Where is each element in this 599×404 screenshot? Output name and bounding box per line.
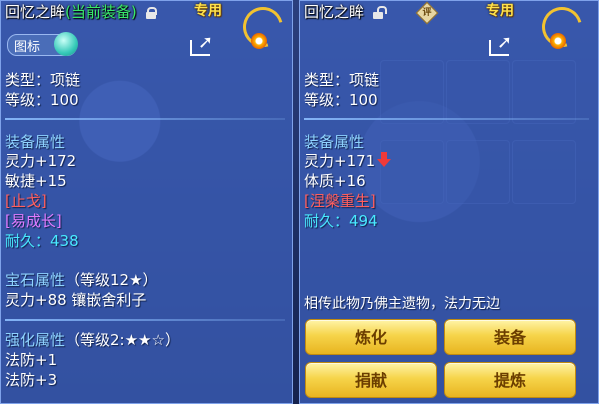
item-name: 回忆之眸: [304, 3, 365, 21]
share-icon[interactable]: ➚: [489, 34, 515, 56]
gem-level: （等级12★）: [65, 271, 158, 289]
item-emblem-icon: [235, 0, 291, 55]
durability: 耐久：438: [5, 232, 79, 250]
current-equipment-tooltip: 回忆之眸(当前装备) 专用 ➚ 图标 类型：项链 等级：100 装备属性 灵力+…: [0, 0, 293, 404]
item-level: 等级：100: [5, 91, 79, 109]
exclusive-tag: 专用: [486, 3, 514, 19]
special-effect: [止戈]: [5, 192, 47, 210]
attr-header: 装备属性: [5, 133, 66, 151]
enhance-level: （等级2:★★☆）: [65, 331, 180, 349]
equip-button[interactable]: 装备: [444, 319, 576, 355]
down-arrow-icon: [377, 152, 392, 168]
exclusive-tag: 专用: [194, 3, 222, 19]
lock-icon: [145, 7, 157, 19]
enhance-attr: 法防+1: [5, 351, 58, 369]
item-title: 回忆之眸(当前装备): [5, 1, 157, 22]
item-type: 类型：项链: [304, 71, 380, 89]
icon-toggle[interactable]: 图标: [7, 32, 78, 56]
share-icon[interactable]: ➚: [190, 34, 216, 56]
divider: [5, 118, 285, 120]
item-description: 相传此物乃佛主遗物，法力无边: [304, 296, 500, 312]
current-equip-label: (当前装备): [65, 3, 137, 21]
gem-attr: 灵力+88 镶嵌舍利子: [5, 291, 147, 309]
divider: [304, 118, 589, 120]
enhance-attr: 法防+3: [5, 371, 58, 389]
compare-equipment-tooltip: 回忆之眸 评 专用 ➚ 类型：项链 等级：100 装备属性 灵力+171 体质+…: [299, 0, 599, 404]
durability: 耐久：494: [304, 212, 378, 230]
gem-header: 宝石属性: [5, 271, 66, 289]
enhance-header: 强化属性: [5, 331, 66, 349]
item-level: 等级：100: [304, 91, 378, 109]
item-emblem-icon: [534, 0, 590, 55]
unlock-icon: [372, 6, 387, 19]
attr-header: 装备属性: [304, 133, 365, 151]
item-title: 回忆之眸: [304, 1, 387, 22]
appraise-badge-icon[interactable]: 评: [415, 1, 439, 25]
special-effect: [涅槃重生]: [304, 192, 376, 210]
item-name: 回忆之眸: [5, 3, 66, 21]
donate-button[interactable]: 捐献: [305, 362, 437, 398]
divider: [5, 319, 285, 321]
special-skill: [易成长]: [5, 212, 62, 230]
attr-line: 敏捷+15: [5, 172, 67, 190]
extract-button[interactable]: 提炼: [444, 362, 576, 398]
attr-line: 体质+16: [304, 172, 366, 190]
attr-line: 灵力+171: [304, 152, 376, 170]
item-type: 类型：项链: [5, 71, 81, 89]
refine-button[interactable]: 炼化: [305, 319, 437, 355]
toggle-knob: [54, 32, 78, 56]
attr-line: 灵力+172: [5, 152, 77, 170]
toggle-label: 图标: [14, 40, 41, 55]
